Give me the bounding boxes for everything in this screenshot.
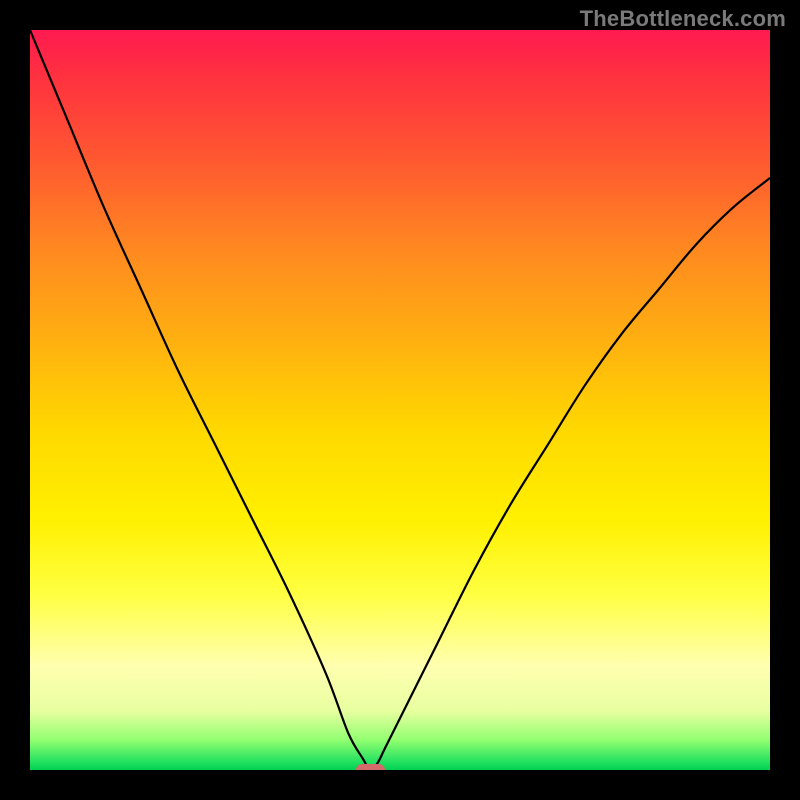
bottleneck-curve — [30, 30, 770, 770]
curve-layer — [30, 30, 770, 770]
chart-frame: TheBottleneck.com — [0, 0, 800, 800]
min-marker — [356, 764, 386, 770]
watermark-text: TheBottleneck.com — [580, 6, 786, 32]
plot-area — [30, 30, 770, 770]
